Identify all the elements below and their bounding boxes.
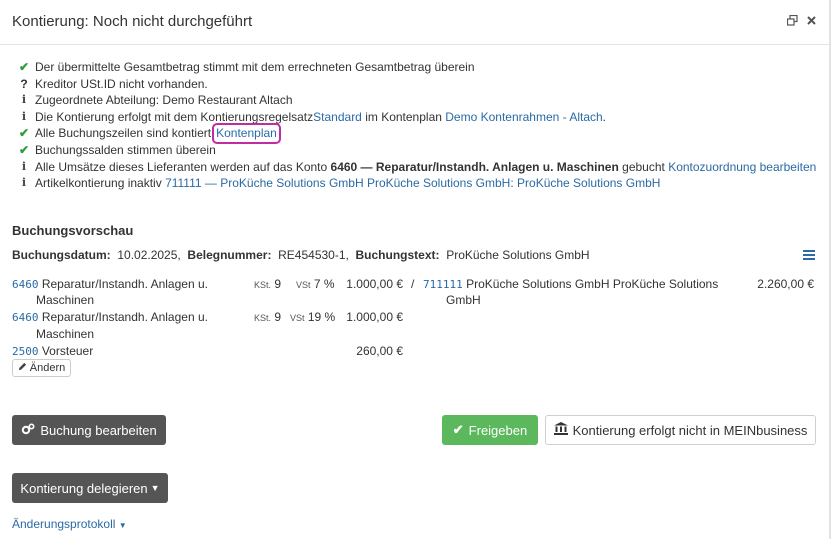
vst-value: 19 % bbox=[307, 310, 336, 324]
buchung-bearbeiten-label: Buchung bearbeiten bbox=[40, 422, 157, 438]
kst-cell: KSt. 9 bbox=[254, 277, 281, 291]
date-label: Buchungsdatum: bbox=[12, 248, 111, 262]
check-text: gebucht bbox=[618, 159, 669, 174]
account-link[interactable]: 2500 bbox=[12, 345, 39, 358]
check-list: ✔ Der übermittelte Gesamtbetrag stimmt m… bbox=[18, 59, 816, 192]
info-icon: i bbox=[21, 93, 27, 107]
check-text: Der übermittelte Gesamtbetrag stimmt mit… bbox=[35, 60, 475, 74]
freigeben-label: Freigeben bbox=[468, 422, 528, 438]
mein-business-button[interactable]: Kontierung erfolgt nicht in MEINbusiness bbox=[545, 415, 816, 445]
amount: 1.000,00 € bbox=[346, 277, 403, 291]
booking-line: 6460 Reparatur/Instandh. Anlagen u. bbox=[12, 277, 208, 291]
edit-button[interactable]: Ändern bbox=[12, 359, 71, 377]
gears-icon bbox=[21, 422, 35, 438]
check-icon: ✔ bbox=[18, 142, 30, 157]
mein-business-label: Kontierung erfolgt nicht in MEINbusiness bbox=[572, 422, 808, 438]
check-icon: ✔ bbox=[18, 126, 30, 141]
check-text: Artikelkontierung inaktiv bbox=[35, 176, 166, 191]
booking-line: 6460 Reparatur/Instandh. Anlagen u. bbox=[12, 310, 208, 324]
vst-cell: VSt 7 % bbox=[296, 277, 335, 291]
panel-title: Kontierung: Noch nicht durchgeführt bbox=[12, 13, 253, 30]
delegieren-button[interactable]: Kontierung delegieren ▼ bbox=[12, 473, 168, 503]
kst-label: KSt. bbox=[254, 280, 272, 290]
credit-slash: / bbox=[411, 277, 415, 291]
aenderungsprotokoll-label: Änderungsprotokoll bbox=[12, 517, 116, 531]
caret-down-icon: ▼ bbox=[118, 521, 127, 530]
account-name-cont: Maschinen bbox=[36, 327, 95, 341]
info-icon: i bbox=[21, 159, 27, 173]
kst-cell: KSt. 9 bbox=[254, 310, 281, 324]
info-icon: i bbox=[21, 176, 27, 190]
bank-icon bbox=[553, 422, 568, 438]
check-item: ✔ Alle Buchungszeilen sind kontiert Kont… bbox=[18, 123, 816, 144]
info-icon: i bbox=[21, 109, 27, 123]
check-item: i Alle Umsätze dieses Lieferanten werden… bbox=[18, 159, 816, 176]
caret-down-icon: ▼ bbox=[150, 483, 160, 493]
account-name: Reparatur/Instandh. Anlagen u. bbox=[41, 277, 208, 291]
credit-account-link[interactable]: 711111 bbox=[423, 278, 463, 291]
check-text: Zugeordnete Abteilung: Demo Restaurant A… bbox=[35, 93, 293, 108]
credit-line: 711111 ProKüche Solutions GmbH ProKüche … bbox=[423, 277, 718, 291]
kontenplan-name-link[interactable]: Demo Kontenrahmen - Altach bbox=[445, 109, 602, 126]
check-text: Buchungssalden stimmen überein bbox=[35, 142, 216, 157]
check-item: i Die Kontierung erfolgt mit dem Kontier… bbox=[18, 109, 816, 126]
check-item: i Artikelkontierung inaktiv 711111 — Pro… bbox=[18, 175, 816, 192]
restore-window-icon[interactable] bbox=[786, 14, 798, 26]
kst-label: KSt. bbox=[254, 313, 272, 323]
amount: 1.000,00 € bbox=[346, 310, 403, 324]
menu-icon[interactable] bbox=[803, 249, 815, 262]
amount: 260,00 € bbox=[356, 344, 403, 358]
date-value: 10.02.2025, bbox=[117, 248, 181, 262]
check-item: ? Kreditor USt.ID nicht vorhanden. bbox=[18, 76, 816, 93]
vst-label: VSt bbox=[296, 280, 311, 290]
check-text: . bbox=[602, 109, 607, 124]
doc-label: Belegnummer: bbox=[187, 248, 272, 262]
artikelkontierung-link[interactable]: 711111 — ProKüche Solutions GmbH ProKüch… bbox=[165, 175, 660, 192]
text-value: ProKüche Solutions GmbH bbox=[446, 248, 590, 262]
pencil-icon bbox=[18, 362, 27, 374]
doc-value: RE454530-1, bbox=[278, 248, 349, 262]
kontenplan-link[interactable]: Kontenplan bbox=[212, 123, 281, 144]
delegieren-label: Kontierung delegieren bbox=[20, 480, 148, 496]
section-title: Buchungsvorschau bbox=[12, 223, 134, 238]
kst-value: 9 bbox=[274, 310, 282, 324]
konto-label: 6460 — Reparatur/Instandh. Anlagen u. Ma… bbox=[330, 159, 619, 174]
check-item: ✔ Buchungssalden stimmen überein bbox=[18, 142, 816, 159]
check-item: ✔ Der übermittelte Gesamtbetrag stimmt m… bbox=[18, 59, 816, 76]
edit-button-label: Ändern bbox=[29, 362, 66, 374]
booking-line: 2500 Vorsteuer bbox=[12, 344, 93, 358]
question-icon: ? bbox=[20, 76, 28, 91]
aenderungsprotokoll-link[interactable]: Änderungsprotokoll ▼ bbox=[12, 517, 127, 531]
kontierung-panel: Kontierung: Noch nicht durchgeführt ✔ De… bbox=[0, 0, 831, 539]
credit-amount: 2.260,00 € bbox=[757, 277, 814, 291]
vst-cell: VSt 19 % bbox=[290, 310, 335, 324]
kontozuordnung-link[interactable]: Kontozuordnung bearbeiten bbox=[668, 159, 816, 176]
check-icon: ✔ bbox=[452, 422, 464, 437]
panel-header: Kontierung: Noch nicht durchgeführt bbox=[0, 0, 829, 45]
kst-value: 9 bbox=[274, 277, 282, 291]
account-name: Vorsteuer bbox=[41, 344, 94, 358]
regelsatz-link[interactable]: Standard bbox=[313, 109, 362, 126]
check-item: i Zugeordnete Abteilung: Demo Restaurant… bbox=[18, 92, 816, 109]
check-icon: ✔ bbox=[18, 60, 30, 74]
account-name: Reparatur/Instandh. Anlagen u. bbox=[41, 310, 208, 324]
credit-name: ProKüche Solutions GmbH ProKüche Solutio… bbox=[466, 277, 719, 291]
vst-label: VSt bbox=[290, 313, 305, 323]
booking-meta: Buchungsdatum: 10.02.2025, Belegnummer: … bbox=[12, 248, 590, 262]
text-label: Buchungstext: bbox=[355, 248, 440, 262]
account-name-cont: Maschinen bbox=[36, 293, 95, 307]
check-text: Alle Buchungszeilen sind kontiert bbox=[35, 126, 212, 141]
vst-value: 7 % bbox=[313, 277, 335, 291]
check-text: Kreditor USt.ID nicht vorhanden. bbox=[35, 76, 208, 91]
close-icon[interactable] bbox=[806, 15, 817, 26]
buchung-bearbeiten-button[interactable]: Buchung bearbeiten bbox=[12, 415, 166, 445]
account-link[interactable]: 6460 bbox=[12, 311, 39, 324]
freigeben-button[interactable]: ✔ Freigeben bbox=[442, 415, 538, 445]
check-text: Alle Umsätze dieses Lieferanten werden a… bbox=[35, 159, 331, 174]
credit-name-cont: GmbH bbox=[446, 293, 481, 307]
check-text: im Kontenplan bbox=[361, 109, 446, 124]
account-link[interactable]: 6460 bbox=[12, 278, 39, 291]
